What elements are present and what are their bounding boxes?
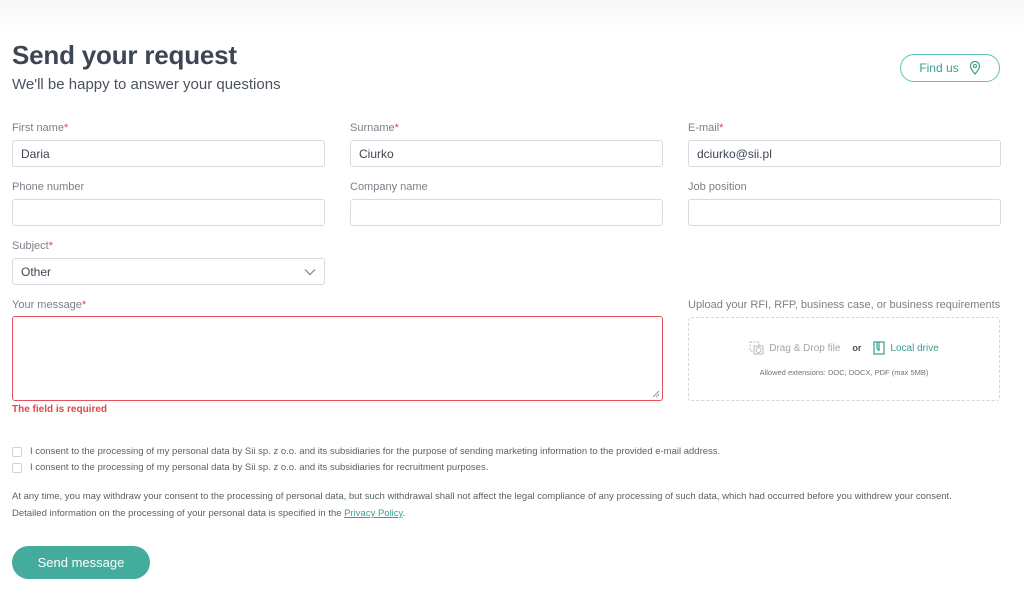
upload-dropzone[interactable]: Drag & Drop file or Local drive Allowed … bbox=[688, 317, 1000, 401]
subject-select[interactable]: Other bbox=[12, 258, 325, 285]
subject-label: Subject* bbox=[12, 240, 53, 252]
email-field: E-mail* dciurko@sii.pl bbox=[688, 121, 1001, 167]
consent-marketing-label: I consent to the processing of my person… bbox=[30, 446, 721, 457]
allowed-extensions: Allowed extensions: DOC, DOCX, PDF (max … bbox=[759, 368, 929, 377]
job-field: Job position bbox=[688, 180, 1001, 226]
find-us-label: Find us bbox=[919, 61, 959, 75]
message-field: Your message* bbox=[12, 298, 325, 312]
resize-handle-icon[interactable] bbox=[652, 390, 660, 398]
consent-marketing-checkbox[interactable] bbox=[12, 446, 22, 457]
consent-recruitment: I consent to the processing of my person… bbox=[12, 462, 488, 473]
phone-label: Phone number bbox=[12, 181, 85, 193]
page-subtitle: We'll be happy to answer your questions bbox=[12, 76, 281, 93]
message-textarea[interactable] bbox=[12, 316, 663, 401]
surname-input[interactable]: Ciurko bbox=[350, 140, 663, 167]
send-message-button[interactable]: Send message bbox=[12, 546, 150, 579]
surname-label: Surname* bbox=[350, 122, 399, 134]
upload-label: Upload your RFI, RFP, business case, or … bbox=[688, 299, 1001, 311]
job-input[interactable] bbox=[688, 199, 1001, 226]
map-pin-icon bbox=[969, 61, 980, 75]
or-separator: or bbox=[852, 343, 862, 353]
chevron-down-icon bbox=[304, 268, 316, 275]
company-label: Company name bbox=[350, 181, 428, 193]
first-name-input[interactable]: Daria bbox=[12, 140, 325, 167]
phone-field: Phone number bbox=[12, 180, 325, 226]
message-label: Your message* bbox=[12, 299, 87, 311]
consent-marketing: I consent to the processing of my person… bbox=[12, 446, 720, 457]
message-error: The field is required bbox=[12, 404, 108, 415]
subject-value: Other bbox=[21, 264, 52, 279]
legal-line-1: At any time, you may withdraw your conse… bbox=[12, 491, 952, 502]
consent-recruitment-label: I consent to the processing of my person… bbox=[30, 462, 489, 473]
legal-line-2: Detailed information on the processing o… bbox=[12, 508, 406, 519]
consent-recruitment-checkbox[interactable] bbox=[12, 462, 22, 473]
page-title: Send your request bbox=[12, 40, 237, 70]
local-drive-button[interactable]: Local drive bbox=[873, 341, 939, 355]
subject-field: Subject* Other bbox=[12, 239, 325, 285]
drag-drop-icon bbox=[749, 341, 764, 355]
company-input[interactable] bbox=[350, 199, 663, 226]
first-name-field: First name* Daria bbox=[12, 121, 325, 167]
first-name-label: First name* bbox=[12, 122, 69, 134]
privacy-policy-link[interactable]: Privacy Policy bbox=[344, 508, 402, 519]
drag-drop-label: Drag & Drop file bbox=[769, 342, 841, 354]
email-label: E-mail* bbox=[688, 122, 724, 134]
phone-input[interactable] bbox=[12, 199, 325, 226]
email-input[interactable]: dciurko@sii.pl bbox=[688, 140, 1001, 167]
drag-drop-area[interactable]: Drag & Drop file bbox=[749, 341, 840, 355]
find-us-button[interactable]: Find us bbox=[900, 54, 1000, 82]
local-drive-label: Local drive bbox=[890, 342, 939, 354]
surname-field: Surname* Ciurko bbox=[350, 121, 663, 167]
company-field: Company name bbox=[350, 180, 663, 226]
legal-notice: At any time, you may withdraw your conse… bbox=[12, 488, 1017, 522]
job-label: Job position bbox=[688, 181, 747, 193]
folder-icon bbox=[873, 341, 885, 355]
